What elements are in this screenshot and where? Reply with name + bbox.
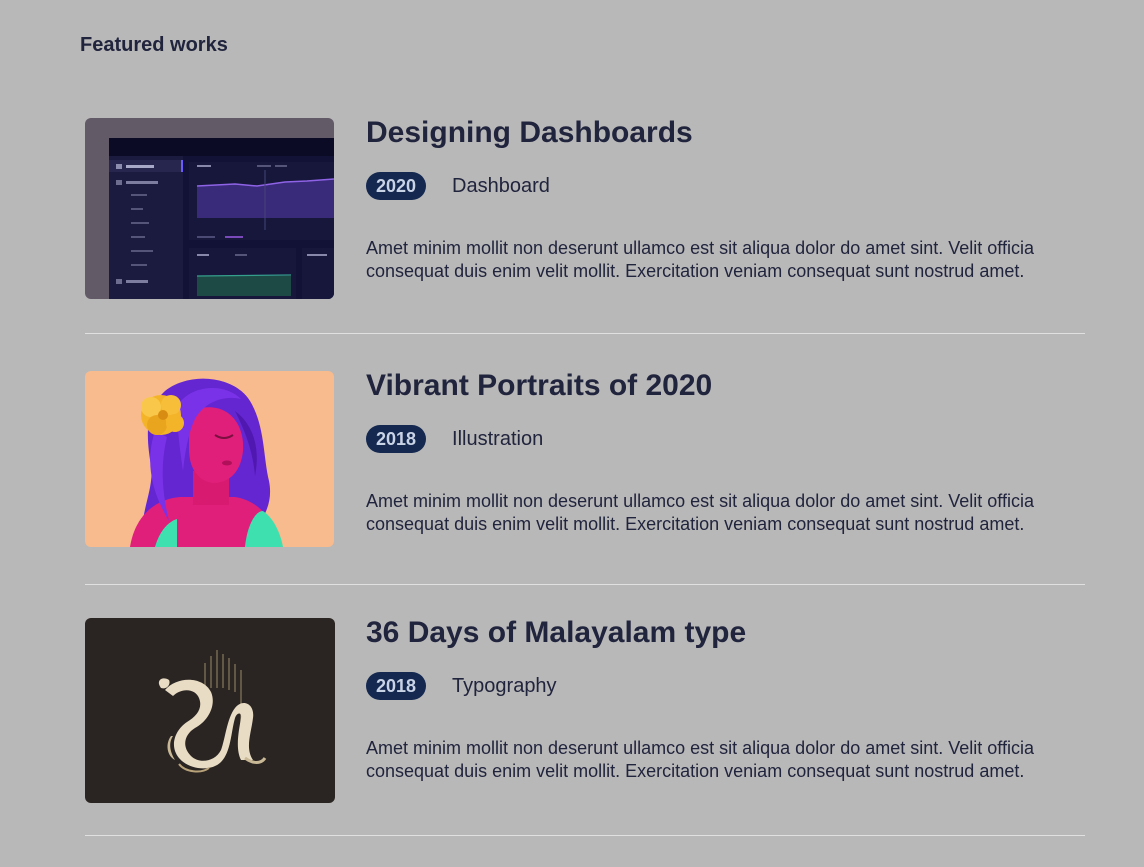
malayalam-letter-image [85,618,335,803]
portrait-thumbnail[interactable] [85,371,334,547]
year-badge: 2018 [366,672,427,700]
work-title[interactable]: Vibrant Portraits of 2020 [366,371,712,401]
work-item-malayalam-type[interactable]: 36 Days of Malayalam type 2018 Typograph… [85,618,1085,836]
work-meta: 2018 Illustration [366,425,543,453]
section-title: Featured works [80,34,228,56]
portrait-illustration-image [85,371,334,547]
work-title[interactable]: Designing Dashboards [366,118,693,148]
typography-thumbnail[interactable] [85,618,335,803]
work-item-vibrant-portraits[interactable]: Vibrant Portraits of 2020 2018 Illustrat… [85,371,1085,585]
dashboard-screenshot-image [85,118,334,299]
year-badge: 2020 [366,172,427,200]
work-item-designing-dashboards[interactable]: Designing Dashboards 2020 Dashboard Amet… [85,118,1085,334]
work-title[interactable]: 36 Days of Malayalam type [366,618,746,648]
work-description: Amet minim mollit non deserunt ullamco e… [366,238,1034,281]
year-badge: 2018 [366,425,427,453]
work-description: Amet minim mollit non deserunt ullamco e… [366,491,1034,534]
work-meta: 2018 Typography [366,672,557,700]
work-category: Dashboard [452,174,550,197]
work-meta: 2020 Dashboard [366,172,550,200]
work-category: Typography [452,674,557,697]
dashboard-thumbnail[interactable] [85,118,334,299]
work-description: Amet minim mollit non deserunt ullamco e… [366,738,1034,781]
work-category: Illustration [452,427,544,450]
